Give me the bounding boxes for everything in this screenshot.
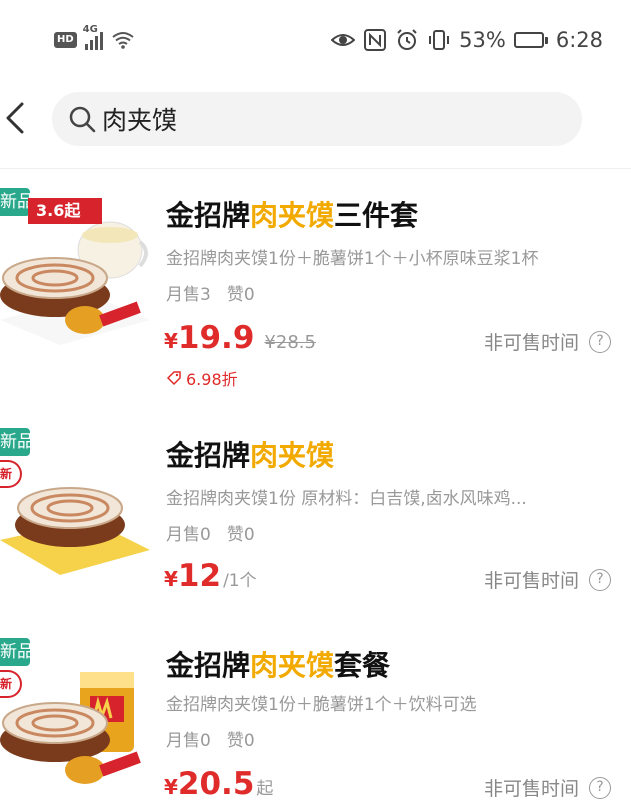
product-description: 金招牌肉夹馍1份 原材料：白吉馍,卤水风味鸡...	[166, 489, 527, 509]
price-badge: 3.6起	[28, 198, 102, 224]
status-left: HD 4G	[54, 24, 135, 50]
search-header: 肉夹馍	[0, 88, 631, 150]
question-icon[interactable]: ?	[589, 330, 611, 353]
availability-status: 非可售时间 ?	[484, 774, 611, 800]
chevron-left-icon[interactable]	[2, 98, 38, 138]
status-bar: HD 4G 53% 6:28	[0, 0, 631, 82]
status-right: 53% 6:28	[331, 28, 603, 52]
search-input[interactable]: 肉夹馍	[52, 92, 582, 146]
search-query: 肉夹馍	[102, 106, 178, 135]
product-description: 金招牌肉夹馍1份＋脆薯饼1个＋小杯原味豆浆1杯	[166, 249, 539, 269]
availability-status: 非可售时间 ?	[484, 566, 611, 593]
original-price: ¥28.5	[264, 332, 316, 353]
product-price: ¥19.9 ¥28.5	[164, 320, 316, 356]
product-item[interactable]: 新品 新 金招牌肉夹馍 金招牌肉夹馍1份 原材料：白吉馍,卤水风味鸡... 月售…	[0, 420, 631, 620]
battery-percent: 53%	[459, 28, 506, 52]
wifi-icon	[112, 32, 134, 49]
hd-badge: HD	[54, 32, 77, 48]
vibrate-icon	[429, 30, 450, 50]
tag-icon	[166, 371, 181, 386]
eye-icon	[331, 34, 356, 46]
search-icon	[69, 106, 96, 133]
product-stats: 月售3 赞0	[166, 280, 255, 305]
product-price: ¥20.5 起	[164, 766, 274, 800]
product-title: 金招牌肉夹馍套餐	[166, 649, 391, 682]
title-highlight: 肉夹馍	[250, 199, 335, 232]
price-value: 12	[177, 558, 222, 594]
discount-tag: 6.98折	[166, 366, 238, 390]
new-badge: 新品	[0, 428, 30, 456]
network-type: 4G	[82, 24, 98, 35]
product-stats: 月售0 赞0	[166, 520, 255, 545]
battery-icon	[513, 32, 548, 48]
price-unit: 起	[256, 779, 274, 799]
price-unit: /1个	[223, 571, 257, 591]
question-icon[interactable]: ?	[589, 776, 611, 799]
alarm-icon	[397, 29, 417, 50]
divider	[0, 168, 631, 169]
signal-icon: 4G	[83, 24, 103, 50]
question-icon[interactable]: ?	[589, 568, 611, 591]
product-item[interactable]: 新品 新 金招牌肉夹馍套餐 金招牌肉夹馍1份＋脆薯饼1个＋饮料可选 月售0 赞0 …	[0, 630, 631, 800]
product-title: 金招牌肉夹馍三件套	[166, 199, 419, 232]
monthly-sales: 月售0	[166, 731, 211, 751]
product-item[interactable]: 新品 3.6起 金招牌肉夹馍三件套 金招牌肉夹馍1份＋脆薯饼1个＋小杯原味豆浆1…	[0, 180, 631, 400]
title-highlight: 肉夹馍	[250, 649, 335, 682]
product-price: ¥12/1个	[164, 558, 257, 594]
price-value: 19.9	[177, 320, 255, 356]
availability-status: 非可售时间 ?	[484, 328, 611, 355]
product-stats: 月售0 赞0	[166, 726, 255, 751]
monthly-sales: 月售0	[166, 525, 211, 545]
clock: 6:28	[555, 28, 603, 52]
product-title: 金招牌肉夹馍	[166, 439, 335, 472]
monthly-sales: 月售3	[166, 285, 211, 305]
title-highlight: 肉夹馍	[250, 439, 335, 472]
likes-count: 赞0	[226, 731, 255, 751]
new-badge: 新品	[0, 188, 30, 216]
likes-count: 赞0	[226, 285, 255, 305]
price-value: 20.5	[177, 766, 255, 800]
nfc-icon	[364, 29, 387, 51]
product-description: 金招牌肉夹馍1份＋脆薯饼1个＋饮料可选	[166, 695, 477, 715]
new-badge: 新品	[0, 638, 30, 666]
likes-count: 赞0	[226, 525, 255, 545]
